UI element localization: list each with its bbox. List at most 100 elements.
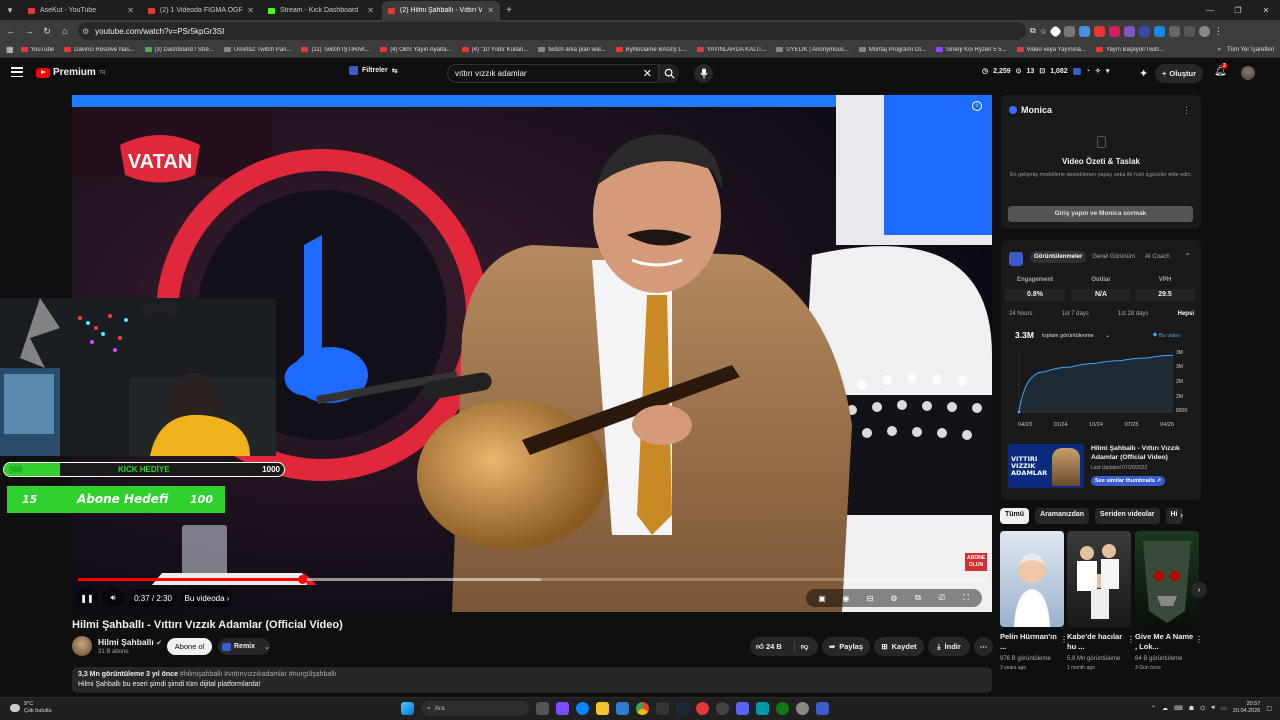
chevron-right-icon[interactable]: › <box>1180 510 1183 520</box>
similar-thumbnails-button[interactable]: See similar thumbnails ↗ <box>1091 476 1166 486</box>
bookmark-item[interactable]: Yayın Başlıyor/Twitc... <box>1093 47 1168 53</box>
browser-menu-icon[interactable]: ⋮ <box>1214 26 1223 37</box>
taskbar-search[interactable]: ⌕ Ara <box>421 701 529 716</box>
app-icon[interactable] <box>796 702 809 715</box>
bookmark-item[interactable]: Ücretsiz Twitch Pan... <box>221 47 295 53</box>
store-icon[interactable] <box>616 702 629 715</box>
extension-icon[interactable] <box>1063 25 1075 37</box>
minimize-icon[interactable]: — <box>1196 0 1224 20</box>
chevron-up-icon[interactable]: ⌃ <box>1184 252 1191 261</box>
browser-tab-active[interactable]: (2) Hilmi Şahballı - Vıttırı V... ✕ <box>382 1 500 20</box>
tab-ai-coach[interactable]: AI Coach <box>1141 251 1174 263</box>
back-icon[interactable]: ← <box>2 20 20 42</box>
vidiq-thumbnail[interactable]: VITTIRI VIZZIK ADAMLAR <box>1008 444 1084 488</box>
notifications-button[interactable]: 🔔︎ 2 <box>1214 63 1228 77</box>
windows-start-icon[interactable] <box>401 702 414 715</box>
more-actions-button[interactable]: ⋯ <box>974 637 993 656</box>
maximize-icon[interactable]: ❐ <box>1224 0 1252 20</box>
chip-all[interactable]: Tümü <box>1000 508 1030 524</box>
range-24h[interactable]: 24 hours <box>1009 311 1032 317</box>
pause-button[interactable]: ❚❚ <box>76 589 98 607</box>
bookmark-item[interactable]: YAYINLARDA KALIT... <box>694 47 769 53</box>
more-options-icon[interactable]: ⋮ <box>1182 105 1191 116</box>
monica-extension-icon[interactable]: ✦ <box>1139 67 1148 80</box>
chevron-down-icon[interactable]: ▾ <box>1106 67 1110 75</box>
bookmark-item[interactable]: ÜYELİK | Anonymous... <box>773 47 852 53</box>
subscribe-button[interactable]: Abone ol <box>167 638 212 655</box>
bookmark-item[interactable]: YouTube <box>18 47 58 53</box>
more-options-icon[interactable]: ⋮ <box>1195 635 1203 644</box>
cast-icon[interactable]: ⎚ <box>930 589 954 607</box>
extension-icon[interactable] <box>1078 25 1090 37</box>
extension-icon[interactable] <box>1108 25 1120 37</box>
search-input[interactable]: vıttırı vızzık adamlar ✕ <box>447 64 659 83</box>
home-icon[interactable]: ⌂ <box>56 20 74 42</box>
related-video-meta[interactable]: Kabe'de hacılar hu ... 5,8 Mn görüntülem… <box>1067 632 1135 671</box>
bookmark-item[interactable]: (4) "10 Yıldır Kullan... <box>459 47 532 53</box>
app-icon[interactable] <box>816 702 829 715</box>
dislike-button[interactable]: 👎︎ <box>793 641 808 652</box>
volume-button[interactable]: 🔊︎ <box>102 589 124 607</box>
progress-bar[interactable] <box>78 575 986 584</box>
avatar[interactable] <box>1241 66 1255 80</box>
file-explorer-icon[interactable] <box>596 702 609 715</box>
clear-search-icon[interactable]: ✕ <box>643 67 652 80</box>
tab-views[interactable]: Görüntülenmeler <box>1030 251 1087 263</box>
miniplayer-icon[interactable]: ⧉ <box>906 589 930 607</box>
extension-icon[interactable] <box>1123 25 1135 37</box>
subscribe-watermark[interactable]: ABONE OLUN <box>965 553 987 571</box>
network-icon[interactable]: ⌬ <box>1200 705 1205 712</box>
clock[interactable]: 20:57 20.04.2026 <box>1233 701 1261 715</box>
chrome-icon[interactable] <box>636 702 649 715</box>
chevron-down-icon[interactable]: ⌄ <box>1105 333 1110 339</box>
new-tab-button[interactable]: + <box>500 1 518 20</box>
bookmark-item[interactable]: Sinerji Koi Ryzen 5 5... <box>933 47 1010 53</box>
bookmark-item[interactable]: (4) OBS Yayın Ayarla... <box>377 47 454 53</box>
vidiq-player-icon[interactable]: ▣ <box>810 589 834 607</box>
tab-search-icon[interactable]: ▾ <box>0 0 20 20</box>
edge-icon[interactable] <box>576 702 589 715</box>
extension-icon[interactable] <box>1153 25 1165 37</box>
save-button[interactable]: ⊞ Kaydet <box>874 637 924 656</box>
app-icon[interactable] <box>696 702 709 715</box>
badge-icon[interactable]: ✧ <box>1095 67 1101 75</box>
extensions-puzzle-icon[interactable] <box>1168 25 1180 37</box>
extension-icon[interactable] <box>1049 24 1062 38</box>
profile-icon[interactable] <box>1198 25 1210 37</box>
browser-tab[interactable]: Stream - Kick Dashboard ✕ <box>262 1 380 20</box>
bookmark-star-icon[interactable]: ☆ <box>1040 27 1047 36</box>
search-button[interactable] <box>659 64 679 83</box>
range-7d[interactable]: 1st 7 days <box>1061 311 1088 317</box>
xbox-icon[interactable] <box>776 702 789 715</box>
related-video-meta[interactable]: Pelin Hürman'ın ... 976 B görüntüleme 3 … <box>1000 632 1068 671</box>
app-icon[interactable] <box>656 702 669 715</box>
bookmark-item[interactable]: Montaj Programı Öl... <box>856 47 929 53</box>
app-icon[interactable] <box>756 702 769 715</box>
extension-icon[interactable] <box>1138 25 1150 37</box>
site-info-icon[interactable]: ⚙ <box>82 27 89 36</box>
forward-icon[interactable]: → <box>20 20 38 42</box>
gauge-icon[interactable]: ◔ <box>1086 68 1090 75</box>
volume-icon[interactable]: 🔊︎ <box>1211 705 1215 712</box>
bookmark-item[interactable]: twitch arka plan wal... <box>535 47 608 53</box>
more-bookmarks-icon[interactable]: » <box>1218 47 1221 53</box>
fullscreen-icon[interactable]: ⛶ <box>954 589 978 607</box>
weather-widget[interactable]: 9°C Çok bulutlu <box>10 701 52 715</box>
sidebar-icon[interactable] <box>1183 25 1195 37</box>
browser-tab[interactable]: AseKut - YouTube ✕ <box>22 1 140 20</box>
battery-icon[interactable]: ▭ <box>1221 705 1227 712</box>
related-thumbnail[interactable] <box>1135 531 1199 627</box>
more-options-icon[interactable]: ⋮ <box>1127 635 1135 644</box>
info-icon[interactable]: i <box>972 101 982 111</box>
bookmark-item[interactable]: Davinci Resolve Nas... <box>61 47 137 53</box>
close-tab-icon[interactable]: ✕ <box>487 6 494 15</box>
obs-icon[interactable] <box>716 702 729 715</box>
steam-icon[interactable] <box>676 702 689 715</box>
channel-name[interactable]: Hilmi Şahballı ✔ <box>98 637 162 647</box>
chip-series[interactable]: Seriden videolar <box>1095 508 1160 524</box>
related-next-button[interactable]: › <box>1191 582 1207 598</box>
bookmark-item[interactable]: (3) Dashboard / Stre... <box>142 47 217 53</box>
bookmark-item[interactable]: (11) Twitch İŞTİRAK... <box>298 47 373 53</box>
settings-gear-icon[interactable]: ⚙ <box>882 589 906 607</box>
cast-icon[interactable]: ⧉ <box>1030 26 1036 36</box>
